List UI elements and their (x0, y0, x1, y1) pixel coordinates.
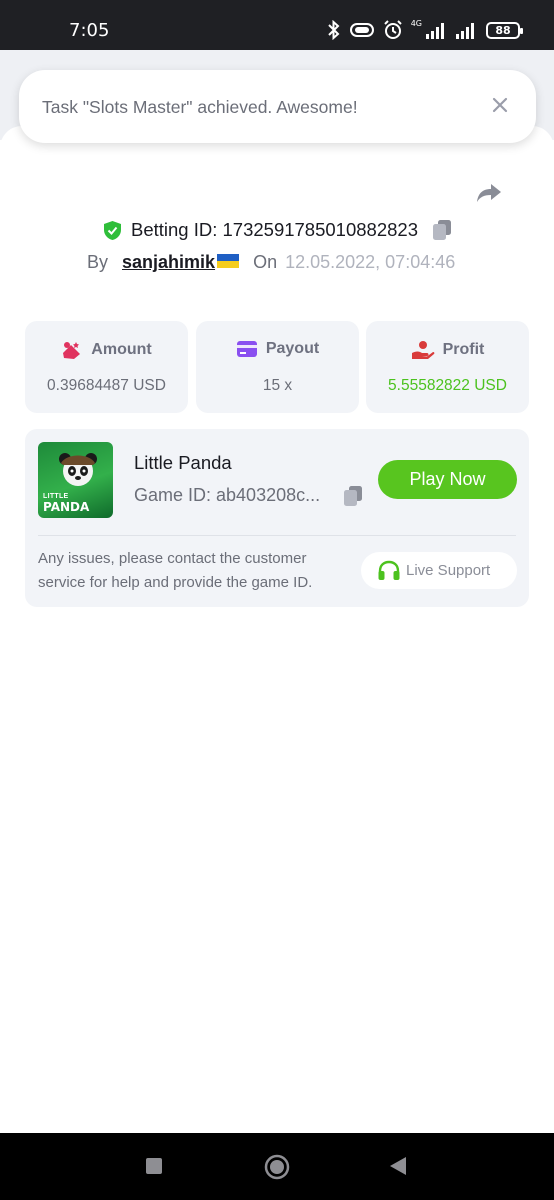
recent-apps-icon[interactable] (146, 1158, 162, 1174)
signal-icon-2 (456, 23, 474, 39)
alarm-icon (383, 20, 402, 39)
vibrate-icon (349, 23, 374, 37)
signal-icon (426, 23, 444, 39)
toast-message: Task "Slots Master" achieved. Awesome! (42, 97, 358, 117)
live-support-label: Live Support (406, 562, 491, 579)
game-thumbnail[interactable]: LITTLE PANDA (38, 442, 113, 518)
status-icons: 4G 88 (327, 18, 523, 42)
stat-card-amount: Amount 0.39684487 USD (25, 321, 188, 413)
stat-value: 15 x (262, 377, 293, 394)
stat-title: Profit (442, 341, 485, 358)
network-type: 4G (410, 18, 422, 28)
status-time: 7:05 (69, 20, 110, 41)
bet-detail-sheet (0, 126, 554, 1133)
username-link[interactable]: sanjahimik (122, 252, 215, 273)
stat-card-payout: Payout 15 x (196, 321, 359, 413)
stat-title: Amount (91, 341, 152, 358)
stat-head: Profit (366, 340, 529, 360)
status-bar: 7:05 4G 88 (0, 0, 554, 50)
back-icon[interactable] (389, 1156, 407, 1176)
ukraine-flag-icon (217, 254, 240, 268)
share-icon[interactable] (475, 178, 503, 206)
betting-id: Betting ID: 1732591785010882823 (130, 219, 418, 240)
system-nav-bar (0, 1133, 554, 1200)
stat-head: Payout (196, 340, 359, 358)
stat-card-profit: Profit 5.55582822 USD (366, 321, 529, 413)
close-icon[interactable] (488, 93, 512, 117)
bet-date: 12.05.2022, 07:04:46 (285, 252, 456, 272)
hand-coin-icon (411, 341, 435, 359)
username: sanjahimik (122, 252, 216, 272)
game-id: Game ID: ab403208c... (134, 485, 321, 505)
help-text: Any issues, please contact the customer … (38, 550, 313, 591)
game-title: Little Panda (134, 452, 232, 473)
bet-author-row: By sanjahimik On 12.05.2022, 07:04:46 (87, 252, 455, 276)
coins-icon (63, 342, 81, 359)
thumbnail-label-large: PANDA (43, 500, 90, 514)
betting-id-row: Betting ID: 1732591785010882823 (0, 216, 554, 244)
stat-head: Amount (25, 340, 188, 360)
panda-icon (59, 453, 97, 486)
verified-shield-icon (103, 220, 121, 240)
wallet-card-icon (236, 341, 257, 357)
divider (38, 535, 516, 536)
copy-icon[interactable] (432, 219, 452, 241)
achievement-toast: Task "Slots Master" achieved. Awesome! (19, 70, 536, 143)
stat-value: 5.55582822 USD (388, 377, 507, 394)
copy-icon[interactable] (343, 485, 363, 507)
game-card: LITTLE PANDA Little Panda Game ID: ab403… (25, 429, 529, 607)
headset-icon (378, 560, 400, 580)
battery-icon: 88 (486, 21, 523, 39)
stat-value: 0.39684487 USD (47, 377, 166, 394)
bluetooth-icon (327, 20, 340, 40)
thumbnail-label-small: LITTLE (43, 493, 69, 500)
on-label: On (253, 252, 278, 272)
live-support-button[interactable]: Live Support (361, 552, 517, 589)
by-label: By (87, 252, 109, 272)
play-now-button[interactable]: Play Now (378, 460, 517, 499)
home-icon[interactable] (264, 1154, 290, 1180)
stat-title: Payout (265, 340, 320, 357)
